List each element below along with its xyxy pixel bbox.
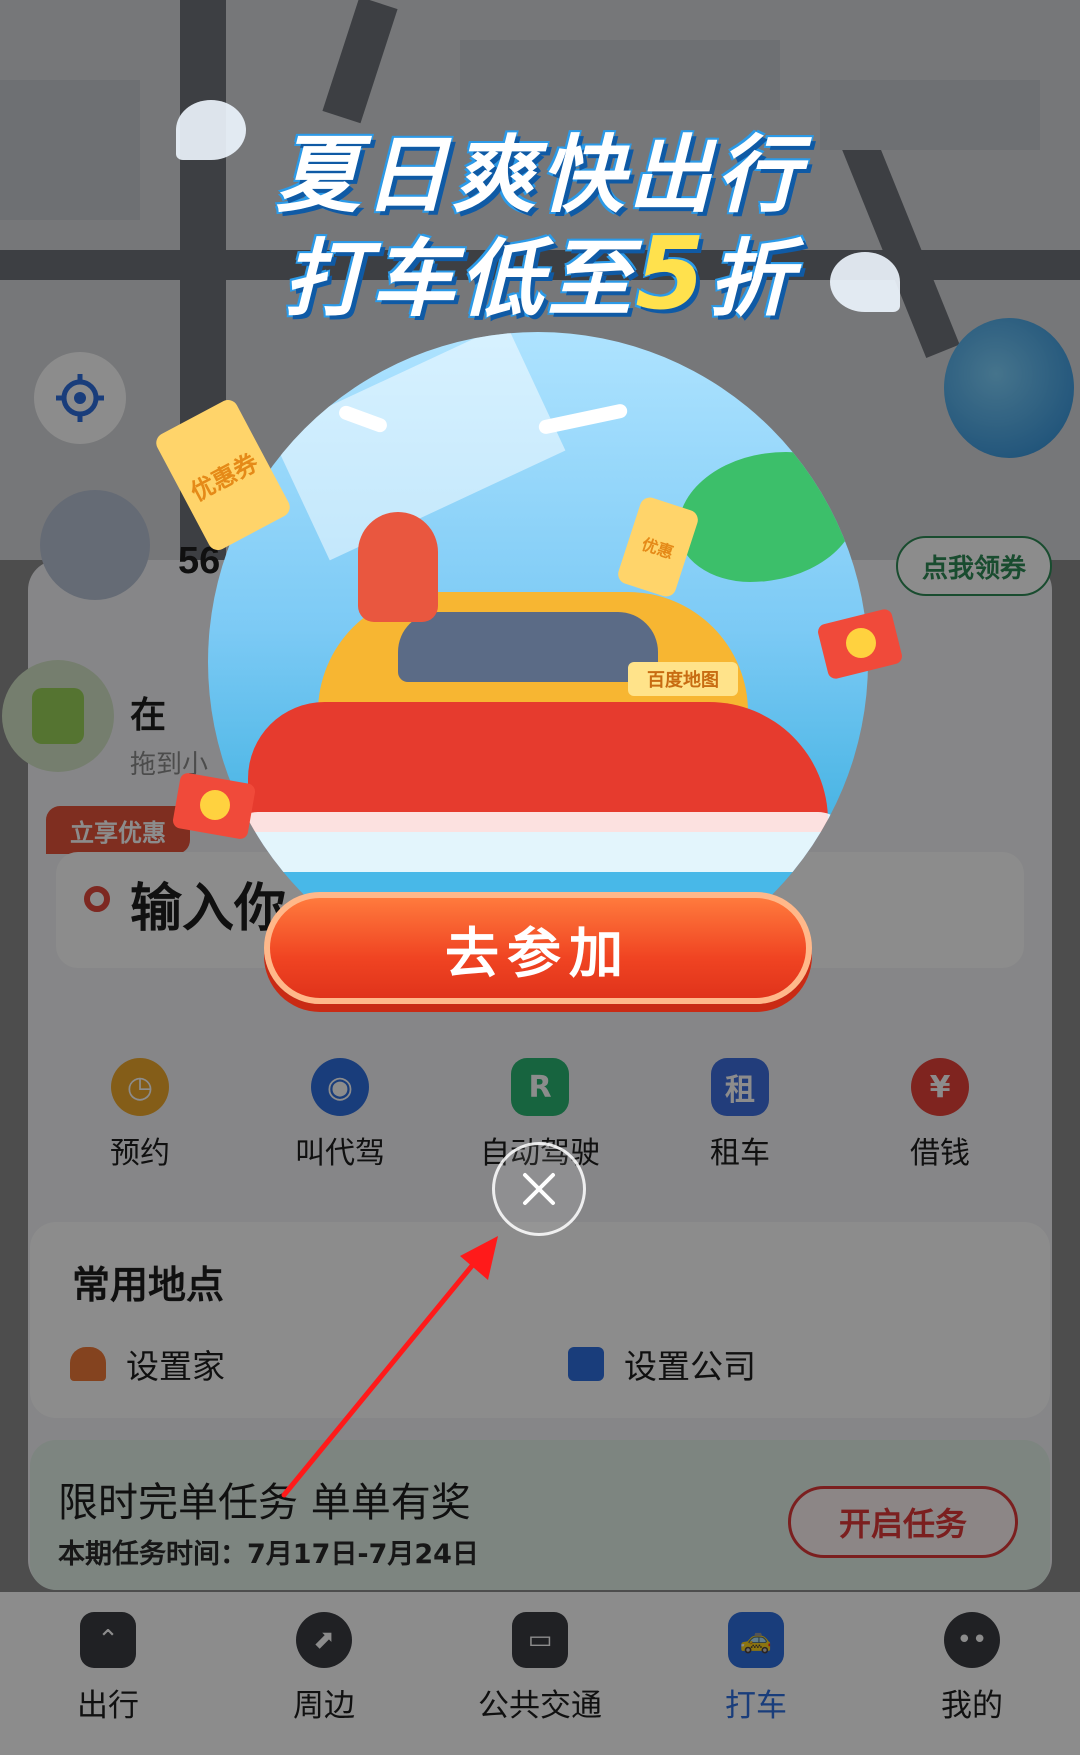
popup-title-line1: 夏日爽快出行	[275, 126, 804, 224]
girl-illustration	[358, 512, 438, 622]
splash-decoration	[830, 252, 900, 312]
close-popup-button[interactable]	[492, 1142, 586, 1236]
close-icon	[523, 1173, 555, 1205]
popup-title-prefix: 打车低至	[283, 230, 636, 328]
water-splash	[228, 812, 848, 872]
splash-decoration	[176, 100, 246, 160]
popup-title-line2: 打车低至5折	[260, 212, 820, 333]
coupon-ticket-icon: 优惠	[615, 494, 701, 600]
coin-icon	[846, 628, 876, 658]
popup-title-suffix: 折	[708, 230, 797, 328]
car-window	[398, 612, 658, 682]
popup-title-highlight: 5	[635, 215, 709, 332]
coin-icon	[200, 790, 230, 820]
seagull-icon	[537, 402, 629, 436]
palm-tree-icon	[678, 452, 858, 582]
join-button[interactable]: 去参加	[264, 892, 812, 1004]
car-plate: 百度地图	[628, 662, 738, 696]
